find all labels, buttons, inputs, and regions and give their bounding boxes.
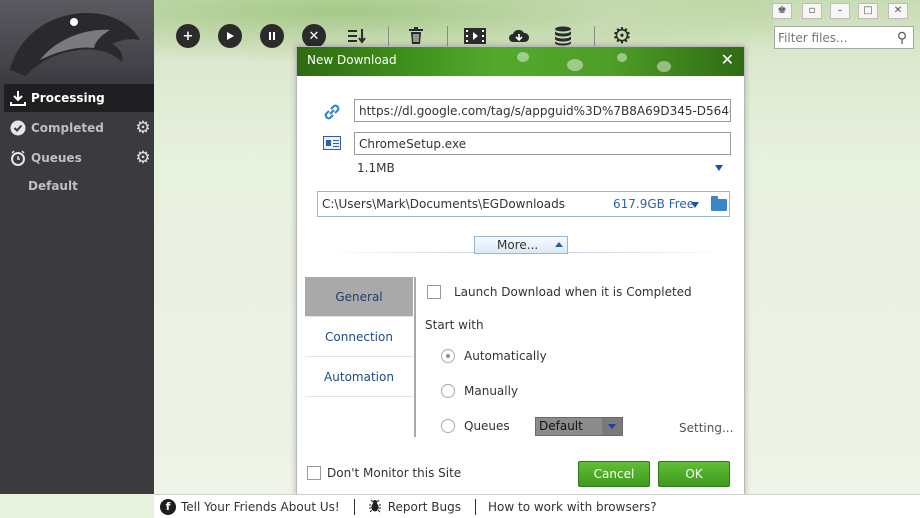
water-drop-decoration: [617, 53, 627, 62]
browsers-help-link[interactable]: How to work with browsers?: [482, 500, 671, 514]
dialog-title-bar: New Download ✕: [297, 47, 744, 76]
manually-label: Manually: [464, 384, 519, 398]
chevron-up-icon: [555, 242, 563, 247]
url-input[interactable]: https://dl.google.com/tag/s/appguid%3D%7…: [354, 99, 731, 122]
close-icon[interactable]: ✕: [888, 3, 908, 19]
options-tabs: General Connection Automation: [305, 277, 413, 397]
sidebar-item-default-queue[interactable]: Default: [28, 179, 78, 193]
skin-icon[interactable]: ♚: [772, 3, 792, 19]
tab-automation[interactable]: Automation: [305, 357, 413, 397]
file-icon: [323, 136, 341, 150]
tell-friends-link[interactable]: f Tell Your Friends About Us!: [154, 498, 354, 515]
report-bugs-label: Report Bugs: [387, 499, 462, 514]
link-icon: [320, 100, 344, 124]
status-divider: [353, 498, 355, 515]
toolbar-divider: [594, 26, 595, 46]
sidebar-item-label: Queues: [31, 151, 82, 165]
report-bugs-link[interactable]: Report Bugs: [361, 499, 475, 515]
water-drop-decoration: [657, 61, 671, 72]
filter-box: ⚲: [774, 26, 914, 49]
tab-divider: [414, 277, 416, 437]
sidebar: Processing Completed ⚙ Queues ⚙ Default: [0, 0, 154, 494]
automatically-radio[interactable]: [441, 349, 455, 363]
add-icon[interactable]: +: [176, 24, 200, 48]
facebook-icon: f: [160, 498, 176, 515]
chevron-down-icon: [602, 418, 622, 435]
queue-select-value: Default: [539, 419, 583, 433]
ok-button[interactable]: OK: [658, 461, 730, 487]
launch-when-complete-checkbox[interactable]: [427, 285, 441, 299]
toolbar-divider: [447, 26, 448, 46]
minimize-icon[interactable]: –: [830, 3, 850, 19]
cancel-button[interactable]: Cancel: [578, 461, 650, 487]
sidebar-item-queues[interactable]: Queues ⚙: [4, 144, 154, 172]
alarm-clock-icon: [7, 147, 29, 169]
file-size: 1.1MB: [357, 161, 395, 175]
download-icon: [7, 87, 29, 109]
dialog-close-icon[interactable]: ✕: [721, 50, 734, 69]
check-circle-icon: [7, 117, 29, 139]
sidebar-item-processing[interactable]: Processing: [4, 84, 154, 112]
maximize-icon[interactable]: □: [858, 3, 878, 19]
save-location-field[interactable]: C:\Users\Mark\Documents\EGDownloads 617.…: [317, 191, 730, 217]
filter-files-input[interactable]: [775, 27, 893, 48]
free-space: 617.9GB Free: [613, 197, 695, 211]
tab-connection[interactable]: Connection: [305, 317, 413, 357]
eagle-logo: [0, 0, 154, 82]
manually-radio[interactable]: [441, 384, 455, 398]
mini-window-icon[interactable]: ▫: [802, 3, 822, 19]
automatically-label: Automatically: [464, 349, 547, 363]
sidebar-item-label: Completed: [31, 121, 104, 135]
dont-monitor-checkbox[interactable]: [307, 466, 321, 480]
browsers-help-label: How to work with browsers?: [488, 499, 657, 514]
stop-icon[interactable]: ✕: [302, 24, 326, 48]
gear-icon[interactable]: ⚙: [134, 149, 152, 167]
size-dropdown-icon[interactable]: [715, 165, 723, 171]
search-icon[interactable]: ⚲: [893, 29, 911, 47]
pause-icon[interactable]: [260, 24, 284, 48]
status-bar: f Tell Your Friends About Us! Report Bug…: [154, 494, 920, 518]
more-button[interactable]: More...: [474, 236, 568, 254]
tab-general[interactable]: General: [305, 277, 413, 317]
dialog-title: New Download: [307, 53, 397, 67]
sidebar-item-completed[interactable]: Completed ⚙: [4, 114, 154, 142]
more-button-label: More...: [497, 238, 539, 252]
play-icon[interactable]: [218, 24, 242, 48]
dont-monitor-label: Don't Monitor this Site: [327, 466, 462, 480]
folder-icon[interactable]: [711, 196, 727, 211]
filename-input[interactable]: ChromeSetup.exe: [354, 132, 731, 155]
tell-friends-label: Tell Your Friends About Us!: [181, 499, 340, 514]
bug-icon: [367, 499, 383, 515]
path-dropdown-icon[interactable]: [691, 202, 699, 208]
status-divider: [475, 498, 477, 515]
queue-select[interactable]: Default: [535, 417, 623, 436]
gear-icon[interactable]: ⚙: [134, 119, 152, 137]
queues-label: Queues: [464, 419, 510, 433]
save-path: C:\Users\Mark\Documents\EGDownloads: [322, 197, 565, 211]
start-with-label: Start with: [425, 318, 484, 332]
queues-radio[interactable]: [441, 419, 455, 433]
water-drop-decoration: [567, 59, 583, 71]
setting-link[interactable]: Setting...: [679, 421, 733, 435]
sidebar-item-label: Processing: [31, 91, 105, 105]
new-download-dialog: New Download ✕ https://dl.google.com/tag…: [296, 46, 745, 495]
toolbar-divider: [388, 26, 389, 46]
water-drop-decoration: [517, 52, 529, 62]
launch-when-complete-label: Launch Download when it is Completed: [454, 285, 692, 299]
